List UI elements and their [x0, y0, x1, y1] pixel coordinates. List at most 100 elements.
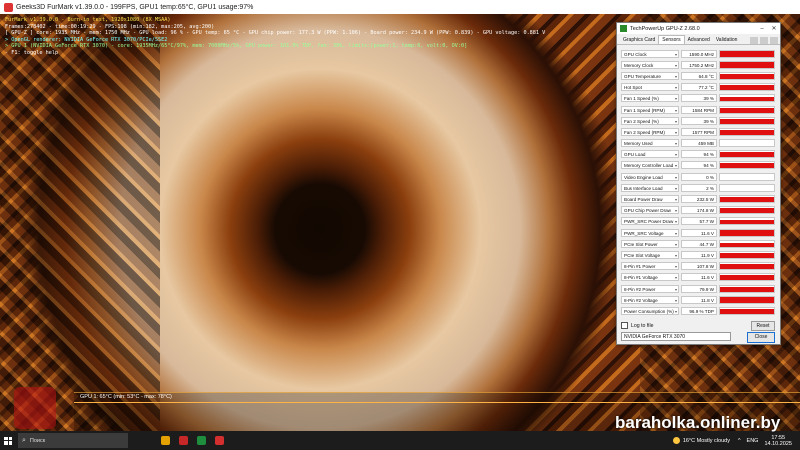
sensor-name[interactable]: Memory Controller Load ▾ [621, 161, 679, 170]
sensor-name[interactable]: Fan 1 Speed (RPM) ▾ [621, 105, 679, 114]
sensor-name[interactable]: PWR_SRC Voltage ▾ [621, 228, 679, 237]
dropdown-arrow-icon[interactable]: ▾ [675, 174, 677, 180]
sensor-name[interactable]: Board Power Draw ▾ [621, 195, 679, 204]
tab-validation[interactable]: Validation [713, 36, 741, 44]
sensor-name-label: PCIe Slot Power [624, 241, 658, 247]
sensor-name[interactable]: GPU Load ▾ [621, 150, 679, 159]
dropdown-arrow-icon[interactable]: ▾ [675, 196, 677, 202]
sensor-name-label: 8-Pin #1 Power [624, 264, 656, 270]
language-indicator[interactable]: ENG [747, 438, 759, 444]
sensor-value: 1577 RPM [681, 127, 717, 136]
tab-graphics-card[interactable]: Graphics Card [620, 36, 658, 44]
sensor-name[interactable]: PCIe Slot Voltage ▾ [621, 250, 679, 259]
sensor-name[interactable]: 8-Pin #1 Voltage ▾ [621, 273, 679, 282]
furmark-title-bar[interactable]: Geeks3D FurMark v1.39.0.0 - 199FPS, GPU1… [0, 0, 800, 15]
dropdown-arrow-icon[interactable]: ▾ [675, 308, 677, 314]
dropdown-arrow-icon[interactable]: ▾ [675, 252, 677, 258]
dropdown-arrow-icon[interactable]: ▾ [675, 185, 677, 191]
sensor-name[interactable]: Fan 1 Speed (%) ▾ [621, 94, 679, 103]
close-icon[interactable]: ✕ [768, 25, 780, 32]
close-button[interactable]: Close [747, 332, 775, 343]
sensor-graph-fill [720, 73, 774, 79]
watermark: baraholka.onliner.by [615, 413, 781, 432]
sensor-name[interactable]: 8-Pin #2 Voltage ▾ [621, 295, 679, 304]
sensor-graph [719, 195, 775, 204]
sensor-row: Bus Interface Load ▾ 2 % [621, 182, 775, 193]
tab-advanced[interactable]: Advanced [685, 36, 713, 44]
sensor-name[interactable]: Memory Clock ▾ [621, 60, 679, 69]
dropdown-arrow-icon[interactable]: ▾ [675, 129, 677, 135]
sensor-name[interactable]: Hot Spot ▾ [621, 83, 679, 92]
dropdown-arrow-icon[interactable]: ▾ [675, 241, 677, 247]
dropdown-arrow-icon[interactable]: ▾ [675, 140, 677, 146]
camera-icon[interactable] [750, 37, 758, 44]
search-icon: ⌕ [22, 436, 26, 444]
dropdown-arrow-icon[interactable]: ▾ [675, 263, 677, 269]
dropdown-arrow-icon[interactable]: ▾ [675, 274, 677, 280]
dropdown-arrow-icon[interactable]: ▾ [675, 151, 677, 157]
dropdown-arrow-icon[interactable]: ▾ [675, 286, 677, 292]
checkbox-icon[interactable] [621, 322, 628, 329]
sensor-name[interactable]: PWR_SRC Power Draw ▾ [621, 217, 679, 226]
sensor-name-label: 8-Pin #2 Power [624, 286, 656, 292]
furmark-taskbar-icon[interactable] [210, 431, 228, 450]
sensor-row: PWR_SRC Voltage ▾ 11.6 V [621, 227, 775, 238]
dropdown-arrow-icon[interactable]: ▾ [675, 51, 677, 57]
dropdown-arrow-icon[interactable]: ▾ [675, 84, 677, 90]
sensor-name[interactable]: PCIe Slot Power ▾ [621, 239, 679, 248]
sensor-value: 39 % [681, 94, 717, 103]
sensor-name[interactable]: Video Engine Load ▾ [621, 172, 679, 181]
weather-widget[interactable]: 16°C Mostly cloudy [672, 437, 730, 444]
sensor-graph [719, 71, 775, 80]
gpuz-title-bar[interactable]: TechPowerUp GPU-Z 2.68.0 – ✕ [617, 23, 780, 34]
sensor-name[interactable]: 8-Pin #2 Power ▾ [621, 284, 679, 293]
gpuz-tabs: Graphics Card Sensors Advanced Validation [617, 34, 780, 45]
menu-icon[interactable] [770, 37, 778, 44]
render-left-fur [0, 14, 160, 431]
dropdown-arrow-icon[interactable]: ▾ [675, 107, 677, 113]
minimize-icon[interactable]: – [756, 26, 768, 32]
sensor-name[interactable]: 8-Pin #1 Power ▾ [621, 262, 679, 271]
sensor-name[interactable]: Memory Used ▾ [621, 139, 679, 148]
sensor-row: Fan 2 Speed (RPM) ▾ 1577 RPM [621, 126, 775, 137]
sensor-value: 57.7 W [681, 217, 717, 226]
sensor-name[interactable]: Fan 2 Speed (%) ▾ [621, 116, 679, 125]
sensor-value: 11.6 V [681, 273, 717, 282]
tray-chevron-icon[interactable]: ^ [738, 438, 741, 444]
dropdown-arrow-icon[interactable]: ▾ [675, 218, 677, 224]
sensor-name[interactable]: Power Consumption (%) ▾ [621, 306, 679, 315]
reset-button[interactable]: Reset [751, 321, 775, 331]
file-explorer-icon[interactable] [156, 431, 174, 450]
sensor-graph-fill [720, 196, 774, 203]
sensor-graph [719, 161, 775, 170]
tab-sensors[interactable]: Sensors [658, 35, 685, 44]
gpu-select-dropdown[interactable]: NVIDIA GeForce RTX 3070 [621, 332, 731, 341]
weather-icon [672, 437, 680, 444]
dropdown-arrow-icon[interactable]: ▾ [675, 118, 677, 124]
sensor-name-label: Fan 2 Speed (RPM) [624, 129, 665, 135]
start-button[interactable] [0, 431, 16, 450]
dropdown-arrow-icon[interactable]: ▾ [675, 162, 677, 168]
clock[interactable]: 17:55 14.10.2025 [764, 435, 792, 447]
sensor-name[interactable]: GPU Chip Power Draw ▾ [621, 206, 679, 215]
gpuz-bottom-bar: Log to file Reset NVIDIA GeForce RTX 307… [621, 321, 775, 343]
sensor-row: GPU Chip Power Draw ▾ 174.8 W [621, 205, 775, 216]
sensor-name[interactable]: Bus Interface Load ▾ [621, 183, 679, 192]
opera-icon[interactable] [174, 431, 192, 450]
dropdown-arrow-icon[interactable]: ▾ [675, 207, 677, 213]
taskbar-search[interactable]: ⌕ Поиск [18, 433, 128, 448]
dropdown-arrow-icon[interactable]: ▾ [675, 95, 677, 101]
refresh-icon[interactable] [760, 37, 768, 44]
dropdown-arrow-icon[interactable]: ▾ [675, 230, 677, 236]
dropdown-arrow-icon[interactable]: ▾ [675, 297, 677, 303]
sensor-name[interactable]: GPU Clock ▾ [621, 49, 679, 58]
sensor-graph [719, 60, 775, 69]
sensor-name[interactable]: Fan 2 Speed (RPM) ▾ [621, 127, 679, 136]
sensor-name[interactable]: GPU Temperature ▾ [621, 71, 679, 80]
dropdown-arrow-icon[interactable]: ▾ [675, 73, 677, 79]
sensor-value: 232.5 W [681, 195, 717, 204]
sensor-graph-fill [720, 242, 774, 247]
gpuz-taskbar-icon[interactable] [192, 431, 210, 450]
dropdown-arrow-icon[interactable]: ▾ [675, 62, 677, 68]
sensor-row: Fan 1 Speed (%) ▾ 39 % [621, 93, 775, 104]
